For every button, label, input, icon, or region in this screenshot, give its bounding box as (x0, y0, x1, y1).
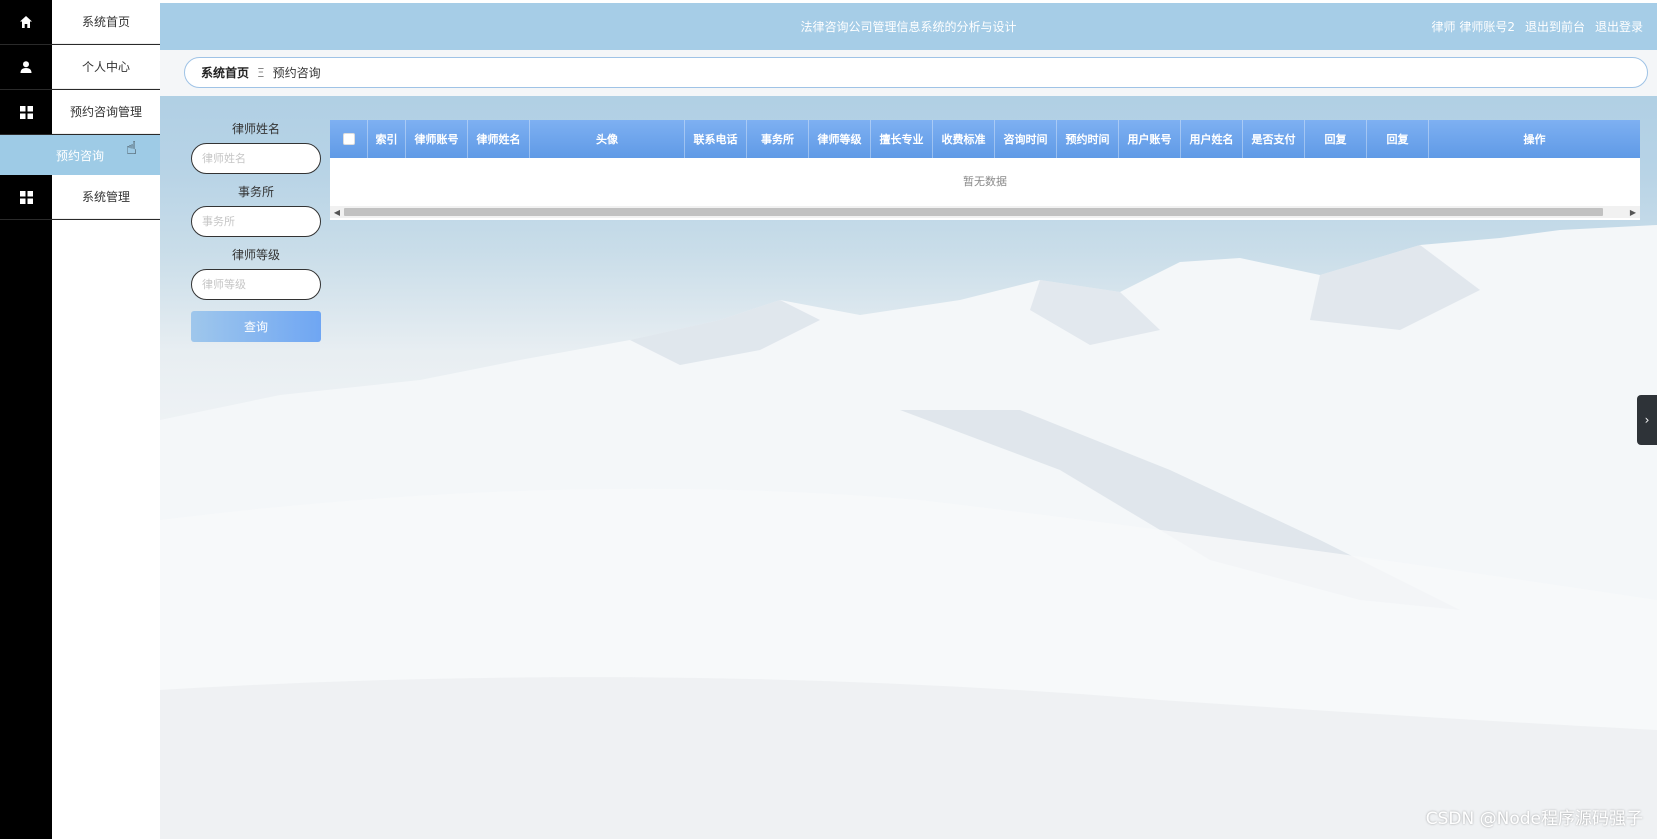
column-header: 律师账号 (406, 120, 468, 158)
breadcrumb-separator-icon: Ξ (257, 65, 265, 80)
column-header: 头像 (530, 120, 685, 158)
scrollbar-thumb[interactable] (344, 208, 1603, 216)
column-header: 用户账号 (1119, 120, 1181, 158)
sidebar-item-appointment-management[interactable]: 预约咨询管理 (0, 90, 160, 135)
sidebar-item-label: 预约咨询管理 (52, 90, 160, 134)
lawyer-level-label: 律师等级 (231, 248, 280, 262)
column-header: 收费标准 (933, 120, 995, 158)
column-header: 是否支付 (1243, 120, 1305, 158)
column-header: 事务所 (747, 120, 809, 158)
column-header: 律师等级 (809, 120, 871, 158)
breadcrumb-current: 预约咨询 (272, 66, 321, 80)
sidebar-item-home[interactable]: 系统首页 (0, 0, 160, 45)
table-header: 索引 律师账号 律师姓名 头像 联系电话 事务所 律师等级 擅长专业 收费标准 … (330, 120, 1640, 158)
side-drawer-toggle[interactable]: › (1637, 395, 1657, 445)
column-header: 预约时间 (1057, 120, 1119, 158)
column-header: 用户姓名 (1181, 120, 1243, 158)
search-form: 律师姓名 事务所 律师等级 查询 (191, 120, 321, 342)
column-header: 操作 (1523, 133, 1546, 146)
sidebar-item-system-management[interactable]: 系统管理 (0, 175, 160, 220)
breadcrumb-home[interactable]: 系统首页 (201, 64, 249, 81)
logout-link[interactable]: 退出登录 (1595, 18, 1643, 35)
horizontal-scrollbar[interactable]: ◀ ▶ (330, 206, 1640, 218)
top-right-links: 律师 律师账号2 退出到前台 退出登录 (1432, 3, 1643, 50)
sidebar-item-label: 系统首页 (52, 0, 160, 44)
lawyer-level-input[interactable] (191, 269, 321, 300)
scroll-right-icon[interactable]: ▶ (1626, 206, 1640, 218)
current-user: 律师 律师账号2 (1431, 20, 1515, 34)
lawyer-name-label: 律师姓名 (231, 122, 280, 136)
column-header: 回复 (1305, 120, 1367, 158)
home-icon (0, 0, 52, 44)
column-header: 咨询时间 (995, 120, 1057, 158)
main-content: 法律咨询公司管理信息系统的分析与设计 律师 律师账号2 退出到前台 退出登录 系… (160, 0, 1657, 839)
grid-icon (0, 175, 52, 219)
firm-label: 事务所 (237, 185, 274, 199)
scroll-left-icon[interactable]: ◀ (330, 206, 344, 218)
hand-cursor-icon: ☝ (126, 138, 137, 159)
column-header: 索引 (368, 120, 406, 158)
column-header: 擅长专业 (871, 120, 933, 158)
firm-input[interactable] (191, 206, 321, 237)
watermark: CSDN @Node程序源码强子 (1425, 809, 1643, 829)
query-button[interactable]: 查询 (191, 311, 321, 342)
column-header: 联系电话 (685, 120, 747, 158)
exit-to-front-link[interactable]: 退出到前台 (1525, 18, 1585, 35)
lawyer-name-input[interactable] (191, 143, 321, 174)
empty-data-text: 暂无数据 (963, 174, 1007, 188)
select-all-checkbox[interactable] (342, 133, 355, 145)
breadcrumb: 系统首页 Ξ 预约咨询 (184, 57, 1648, 88)
user-icon (0, 45, 52, 89)
top-bar: 法律咨询公司管理信息系统的分析与设计 律师 律师账号2 退出到前台 退出登录 (160, 0, 1657, 50)
grid-icon (0, 90, 52, 134)
appointment-table: 索引 律师账号 律师姓名 头像 联系电话 事务所 律师等级 擅长专业 收费标准 … (330, 120, 1640, 220)
sidebar-item-personal-center[interactable]: 个人中心 (0, 45, 160, 90)
column-header: 回复 (1367, 120, 1429, 158)
column-header: 律师姓名 (468, 120, 530, 158)
chevron-right-icon: › (1644, 413, 1650, 427)
breadcrumb-bar: 系统首页 Ξ 预约咨询 (160, 50, 1657, 96)
select-all-checkbox-cell[interactable] (330, 120, 368, 158)
sidebar-item-label: 个人中心 (52, 45, 160, 89)
sidebar-item-label: 系统管理 (52, 175, 160, 219)
